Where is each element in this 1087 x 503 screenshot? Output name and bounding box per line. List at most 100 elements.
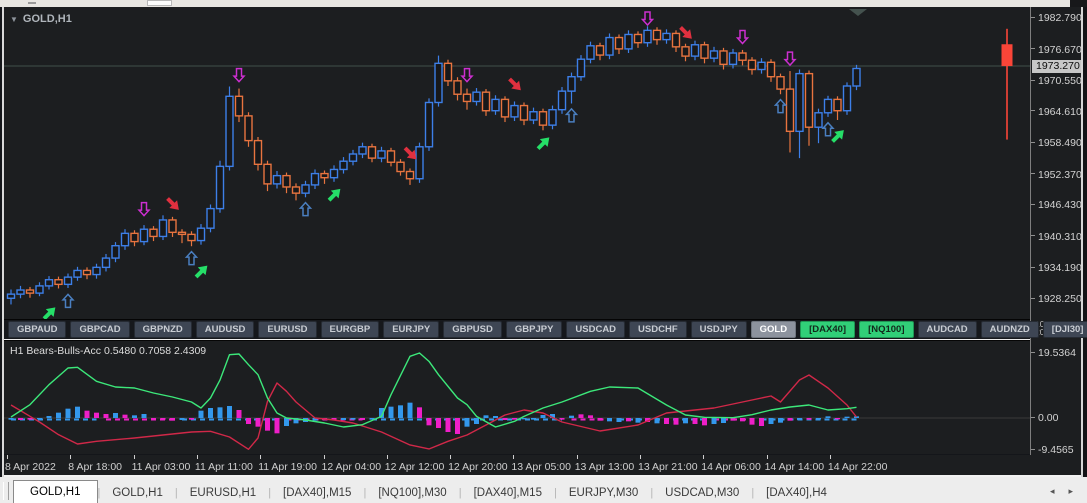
oscillator-histogram-bar xyxy=(75,406,80,418)
candle-body xyxy=(605,36,614,56)
chart-tab--dax40--m15[interactable]: [DAX40],M15 xyxy=(271,483,363,503)
symbol-button-gold[interactable]: GOLD xyxy=(750,321,797,338)
price-chart-pane[interactable]: ▼ GOLD,H1 xyxy=(4,7,1030,319)
chart-tab-eurjpy-m30[interactable]: EURJPY,M30 xyxy=(557,483,650,503)
time-axis-tick xyxy=(386,455,388,459)
symbol-button-dji30[interactable]: [DJI30] xyxy=(1042,321,1087,338)
candle-body xyxy=(728,52,738,66)
price-axis-label: 1970.550 xyxy=(1038,75,1082,88)
candle-body xyxy=(377,150,386,159)
candle-body xyxy=(519,104,529,121)
toolbar-mini-button xyxy=(147,0,172,6)
oscillator-histogram-bar xyxy=(417,407,422,418)
oscillator-histogram-bar xyxy=(559,418,565,420)
candle-body xyxy=(234,95,244,117)
candle-body xyxy=(111,245,120,259)
hollow-up-arrow-icon xyxy=(821,121,835,137)
oscillator-histogram-bar xyxy=(835,418,840,420)
tabs-host: GOLD,H1 | GOLD,H1 | EURUSD,H1 | [DAX40],M15 | [N… xyxy=(13,480,839,503)
candle-body xyxy=(491,98,500,112)
symbol-button-gbpusd[interactable]: GBPUSD xyxy=(443,321,502,338)
collapse-chart-icon[interactable]: ▼ xyxy=(10,15,18,24)
symbol-button-audusd[interactable]: AUDUSD xyxy=(195,321,255,338)
chart-symbol-label[interactable]: ▼ GOLD,H1 xyxy=(10,12,72,26)
symbol-button-gbpnzd[interactable]: GBPNZD xyxy=(133,321,192,338)
time-axis-tick xyxy=(70,455,72,459)
price-chart-canvas[interactable] xyxy=(4,7,1030,319)
symbol-button-gbpaud[interactable]: GBPAUD xyxy=(8,321,67,338)
sell-arrow-icon xyxy=(166,197,179,210)
chart-tab--nq100--m30[interactable]: [NQ100],M30 xyxy=(366,483,458,503)
indicator-axis-tick xyxy=(1031,351,1035,353)
oscillator-histogram-bar xyxy=(94,412,99,418)
indicator-pane[interactable] xyxy=(4,340,1030,454)
oscillator-histogram-bar xyxy=(284,418,289,426)
symbol-button-eurjpy[interactable]: EURJPY xyxy=(383,321,440,338)
chart-tab-gold-h1[interactable]: GOLD,H1 xyxy=(100,483,175,503)
symbol-button-gbpcad[interactable]: GBPCAD xyxy=(70,321,130,338)
time-axis-tick xyxy=(576,455,578,459)
chart-tab--dax40--h4[interactable]: [DAX40],H4 xyxy=(754,483,839,503)
symbol-button-usdcad[interactable]: USDCAD xyxy=(566,321,626,338)
candle-body xyxy=(63,276,73,286)
trading-terminal-window: ▼ GOLD,H1 1982.790 1976.670 1970.550 1964.6… xyxy=(0,0,1087,503)
symbol-button-gbpjpy[interactable]: GBPJPY xyxy=(505,321,563,338)
oscillator-histogram-bar xyxy=(455,418,460,434)
time-axis-label: 13 Apr 13:00 xyxy=(574,461,635,473)
time-axis-label: 14 Apr 14:00 xyxy=(764,461,825,473)
chart-tab-gold-h1[interactable]: GOLD,H1 xyxy=(13,480,98,503)
tab-scrollers: ◂ ▸ xyxy=(1050,486,1087,503)
oscillator-histogram-bar xyxy=(103,414,109,418)
oscillator-histogram-bar xyxy=(664,418,669,424)
oscillator-histogram-bar xyxy=(749,418,755,425)
oscillator-histogram-bar xyxy=(626,418,631,422)
oscillator-histogram-bar xyxy=(806,418,812,420)
oscillator-histogram-bar xyxy=(160,418,166,420)
symbol-button-nq100[interactable]: [NQ100] xyxy=(859,321,914,338)
candle-body xyxy=(709,50,719,59)
symbol-button-audcad[interactable]: AUDCAD xyxy=(917,321,977,338)
time-axis-label: 13 Apr 21:00 xyxy=(638,461,698,473)
candle-body xyxy=(367,146,377,159)
indicator-axis-label: 0.00 xyxy=(1038,412,1059,424)
symbol-button-eurusd[interactable]: EURUSD xyxy=(258,321,317,338)
candle-body xyxy=(291,186,301,194)
tabs-scroll-left-icon[interactable]: ◂ xyxy=(1050,486,1055,497)
toolbar-strip xyxy=(0,0,1087,7)
symbol-button-usdjpy[interactable]: USDJPY xyxy=(690,321,747,338)
candle-body xyxy=(453,80,462,95)
time-axis-label: 11 Apr 19:00 xyxy=(258,461,317,473)
candle-body xyxy=(54,279,63,286)
price-axis-tick xyxy=(1031,203,1035,205)
symbol-button-eurgbp[interactable]: EURGBP xyxy=(320,321,380,338)
oscillator-histogram-bar xyxy=(189,418,194,420)
oscillator-histogram-bar xyxy=(483,415,489,418)
time-axis-label: 8 Apr 18:00 xyxy=(68,461,123,473)
chart-tab-usdcad-m30[interactable]: USDCAD,M30 xyxy=(653,483,751,503)
oscillator-histogram-bar xyxy=(388,406,394,418)
oscillator-histogram-bar xyxy=(46,416,52,418)
buy-arrow-icon xyxy=(194,265,208,279)
oscillator-histogram-bar xyxy=(141,414,147,418)
chart-tab-eurusd-h1[interactable]: EURUSD,H1 xyxy=(178,483,268,503)
time-axis[interactable]: 8 Apr 2022 8 Apr 18:00 11 Apr 03:00 11 Apr … xyxy=(4,455,1081,477)
candle-body xyxy=(757,61,766,71)
symbol-button-dax40[interactable]: [DAX40] xyxy=(800,321,856,338)
symbol-button-usdchf[interactable]: USDCHF xyxy=(629,321,687,338)
oscillator-histogram-bar xyxy=(56,412,61,418)
oscillator-histogram-bar xyxy=(844,416,850,418)
oscillator-histogram-bar xyxy=(702,418,707,426)
indicator-axis-tick xyxy=(1031,448,1035,450)
tabs-scroll-right-icon[interactable]: ▸ xyxy=(1068,486,1073,497)
time-axis-tick xyxy=(133,455,135,459)
candle-body xyxy=(244,115,253,142)
candle-body xyxy=(823,98,833,114)
indicator-canvas[interactable] xyxy=(4,341,1030,454)
price-axis[interactable]: 1982.790 1976.670 1970.550 1964.610 1958.490… xyxy=(1030,7,1082,456)
candle-body xyxy=(177,231,187,236)
candle-body xyxy=(6,293,16,299)
symbol-button-audnzd[interactable]: AUDNZD xyxy=(980,321,1039,338)
oscillator-histogram-bar xyxy=(8,418,14,420)
oscillator-histogram-bar xyxy=(531,418,536,420)
chart-tab--dax40--m15[interactable]: [DAX40],M15 xyxy=(462,483,554,503)
